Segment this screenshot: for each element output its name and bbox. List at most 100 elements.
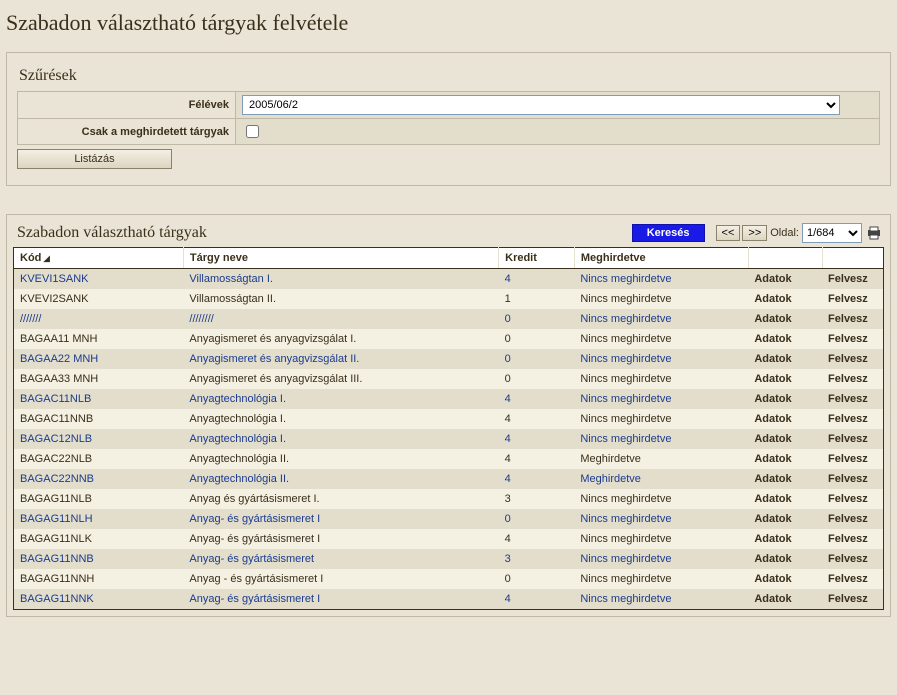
row-credit: 4 <box>505 533 511 545</box>
row-felvesz-link[interactable]: Felvesz <box>828 513 868 525</box>
row-name[interactable]: Anyagismeret és anyagvizsgálat II. <box>189 353 359 365</box>
row-adatok-link[interactable]: Adatok <box>754 473 791 485</box>
row-status[interactable]: Nincs meghirdetve <box>580 353 671 365</box>
row-adatok-link[interactable]: Adatok <box>754 513 791 525</box>
row-name[interactable]: Anyagtechnológia I. <box>189 393 286 405</box>
row-status[interactable]: Nincs meghirdetve <box>580 513 671 525</box>
col-header-code[interactable]: Kód <box>14 248 184 269</box>
pager-prev-button[interactable]: << <box>716 225 741 241</box>
row-adatok-link[interactable]: Adatok <box>754 493 791 505</box>
pager-select[interactable]: 1/684 <box>802 223 862 243</box>
row-felvesz-link[interactable]: Felvesz <box>828 353 868 365</box>
table-row: BAGAG11NLH Anyag- és gyártásismeret I 0 Nin… <box>14 509 884 529</box>
row-code[interactable]: BAGAC11NLB <box>20 393 91 405</box>
row-name[interactable]: Anyagtechnológia II. <box>189 473 289 485</box>
row-adatok-link[interactable]: Adatok <box>754 593 791 605</box>
row-status[interactable]: Nincs meghirdetve <box>580 313 671 325</box>
row-adatok-link[interactable]: Adatok <box>754 533 791 545</box>
row-code[interactable]: /////// <box>20 313 41 325</box>
row-credit[interactable]: 4 <box>505 593 511 605</box>
row-status[interactable]: Nincs meghirdetve <box>580 553 671 565</box>
row-credit: 1 <box>505 293 511 305</box>
row-credit[interactable]: 4 <box>505 473 511 485</box>
row-felvesz-link[interactable]: Felvesz <box>828 313 868 325</box>
row-adatok-link[interactable]: Adatok <box>754 293 791 305</box>
row-code[interactable]: BAGAC22NNB <box>20 473 94 485</box>
table-row: BAGAA11 MNHAnyagismeret és anyagvizsgála… <box>14 329 884 349</box>
row-credit: 0 <box>505 333 511 345</box>
row-code: BAGAG11NLK <box>20 533 92 545</box>
row-felvesz-link[interactable]: Felvesz <box>828 573 868 585</box>
row-felvesz-link[interactable]: Felvesz <box>828 533 868 545</box>
row-status: Nincs meghirdetve <box>580 493 671 505</box>
row-name[interactable]: Anyag- és gyártásismeret <box>189 553 314 565</box>
row-adatok-link[interactable]: Adatok <box>754 573 791 585</box>
row-code[interactable]: BAGAC12NLB <box>20 433 92 445</box>
row-credit[interactable]: 0 <box>505 353 511 365</box>
row-name[interactable]: Anyag- és gyártásismeret I <box>189 593 320 605</box>
row-felvesz-link[interactable]: Felvesz <box>828 393 868 405</box>
row-felvesz-link[interactable]: Felvesz <box>828 593 868 605</box>
row-adatok-link[interactable]: Adatok <box>754 313 791 325</box>
row-credit: 4 <box>505 453 511 465</box>
pager-label: Oldal: <box>770 227 799 239</box>
list-button[interactable]: Listázás <box>17 149 172 169</box>
row-credit[interactable]: 3 <box>505 553 511 565</box>
row-adatok-link[interactable]: Adatok <box>754 413 791 425</box>
row-credit[interactable]: 0 <box>505 313 511 325</box>
row-adatok-link[interactable]: Adatok <box>754 373 791 385</box>
row-felvesz-link[interactable]: Felvesz <box>828 333 868 345</box>
print-icon[interactable] <box>866 226 882 240</box>
row-credit[interactable]: 0 <box>505 513 511 525</box>
only-announced-checkbox[interactable] <box>246 125 259 138</box>
table-row: KVEVI1SANK Villamosságtan I. 4 Nincs meghir… <box>14 269 884 290</box>
col-header-name[interactable]: Tárgy neve <box>183 248 498 269</box>
semester-select[interactable]: 2005/06/2 <box>242 95 840 115</box>
row-status[interactable]: Nincs meghirdetve <box>580 273 671 285</box>
row-credit: 0 <box>505 573 511 585</box>
row-credit[interactable]: 4 <box>505 393 511 405</box>
row-status[interactable]: Meghirdetve <box>580 473 641 485</box>
row-adatok-link[interactable]: Adatok <box>754 273 791 285</box>
row-adatok-link[interactable]: Adatok <box>754 433 791 445</box>
col-header-credit[interactable]: Kredit <box>499 248 575 269</box>
row-name[interactable]: Villamosságtan I. <box>189 273 273 285</box>
row-adatok-link[interactable]: Adatok <box>754 333 791 345</box>
row-felvesz-link[interactable]: Felvesz <box>828 553 868 565</box>
row-felvesz-link[interactable]: Felvesz <box>828 453 868 465</box>
row-name[interactable]: //////// <box>189 313 213 325</box>
row-status[interactable]: Nincs meghirdetve <box>580 593 671 605</box>
row-adatok-link[interactable]: Adatok <box>754 353 791 365</box>
row-felvesz-link[interactable]: Felvesz <box>828 273 868 285</box>
row-felvesz-link[interactable]: Felvesz <box>828 293 868 305</box>
row-code[interactable]: BAGAG11NNK <box>20 593 94 605</box>
row-felvesz-link[interactable]: Felvesz <box>828 413 868 425</box>
row-name: Anyag - és gyártásismeret I <box>189 573 323 585</box>
row-credit[interactable]: 4 <box>505 273 511 285</box>
row-felvesz-link[interactable]: Felvesz <box>828 433 868 445</box>
row-felvesz-link[interactable]: Felvesz <box>828 373 868 385</box>
table-row: BAGAC11NNBAnyagtechnológia I.4Nincs megh… <box>14 409 884 429</box>
row-felvesz-link[interactable]: Felvesz <box>828 493 868 505</box>
row-name[interactable]: Anyagtechnológia I. <box>189 433 286 445</box>
filters-title: Szűrések <box>17 63 880 91</box>
row-code[interactable]: BAGAA22 MNH <box>20 353 98 365</box>
row-code[interactable]: BAGAG11NNB <box>20 553 94 565</box>
row-adatok-link[interactable]: Adatok <box>754 393 791 405</box>
row-adatok-link[interactable]: Adatok <box>754 553 791 565</box>
row-credit[interactable]: 4 <box>505 433 511 445</box>
row-status[interactable]: Nincs meghirdetve <box>580 393 671 405</box>
col-header-adatok <box>748 248 822 269</box>
col-header-status[interactable]: Meghirdetve <box>574 248 748 269</box>
row-status[interactable]: Nincs meghirdetve <box>580 433 671 445</box>
row-code[interactable]: KVEVI1SANK <box>20 273 88 285</box>
table-row: BAGAG11NNK Anyag- és gyártásismeret I 4 Nin… <box>14 589 884 610</box>
row-credit: 0 <box>505 373 511 385</box>
row-adatok-link[interactable]: Adatok <box>754 453 791 465</box>
page-title: Szabadon választható tárgyak felvétele <box>0 0 897 46</box>
row-code[interactable]: BAGAG11NLH <box>20 513 93 525</box>
row-felvesz-link[interactable]: Felvesz <box>828 473 868 485</box>
search-button[interactable]: Keresés <box>632 224 705 242</box>
row-name[interactable]: Anyag- és gyártásismeret I <box>189 513 320 525</box>
pager-next-button[interactable]: >> <box>742 225 767 241</box>
